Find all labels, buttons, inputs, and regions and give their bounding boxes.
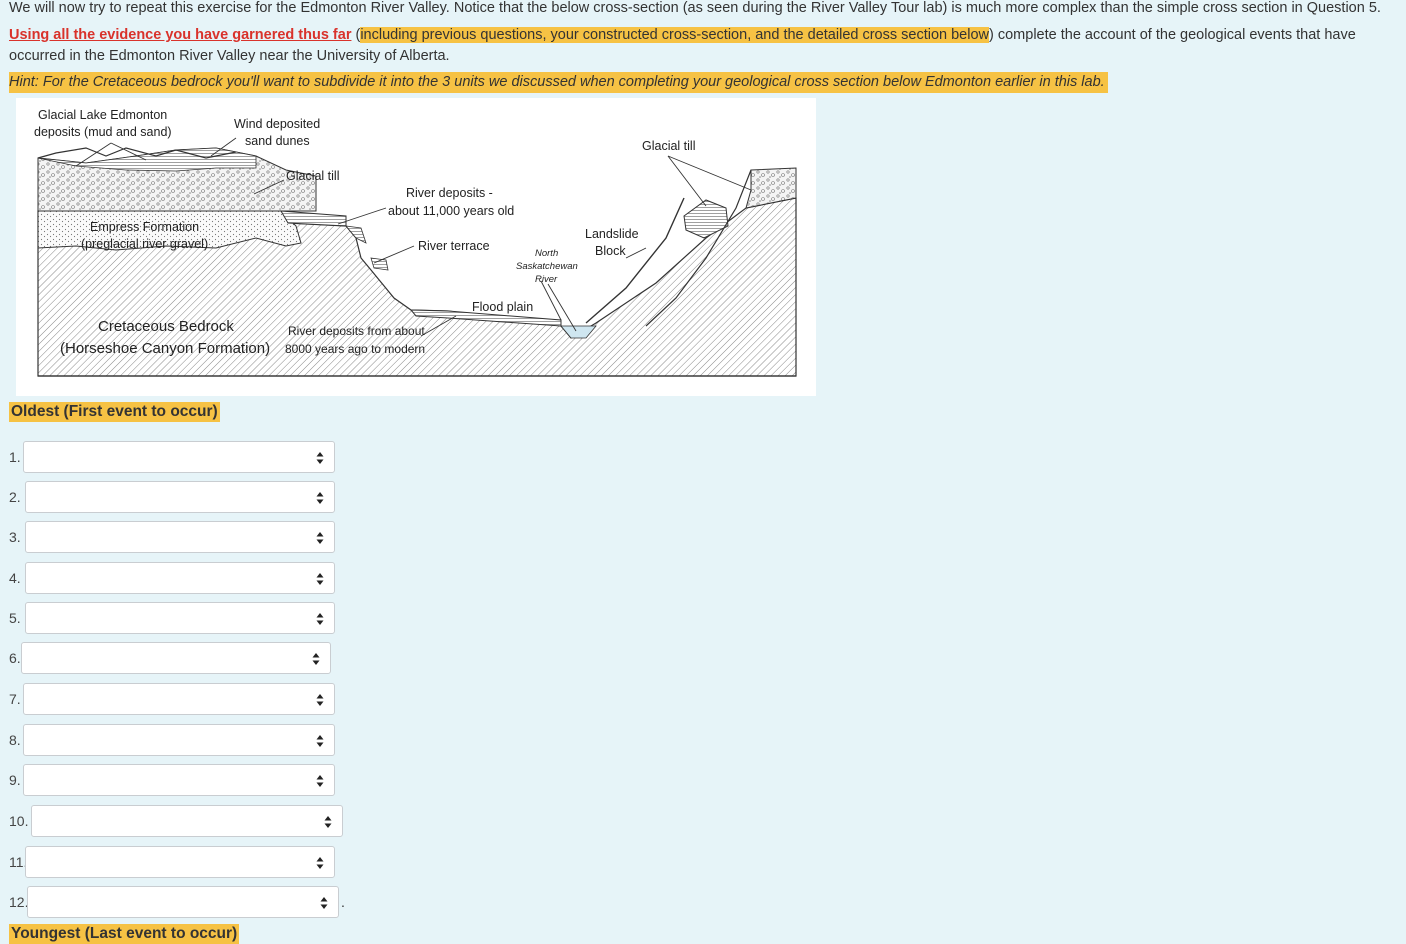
label-river-8000: River deposits from about xyxy=(288,324,425,338)
label-glacial-till-right: Glacial till xyxy=(642,139,696,153)
event-row: 4. xyxy=(9,561,335,595)
select-arrows-icon xyxy=(316,735,324,747)
label-bedrock: Cretaceous Bedrock xyxy=(98,318,234,335)
youngest-heading: Youngest (Last event to occur) xyxy=(9,924,240,944)
event-select-11[interactable] xyxy=(25,846,335,878)
label-empress: Empress Formation xyxy=(90,220,199,234)
label-glacial-lake: Glacial Lake Edmonton xyxy=(38,108,167,122)
event-number: 5. xyxy=(9,610,21,626)
label-landslide-2: Block xyxy=(595,244,626,258)
event-number: 2. xyxy=(9,489,21,505)
instruction-highlight: including previous questions, your const… xyxy=(360,27,990,43)
label-wind-dunes-2: sand dunes xyxy=(245,134,310,148)
event-select-10[interactable] xyxy=(31,805,343,837)
event-select-9[interactable] xyxy=(23,764,335,796)
event-number: 9. xyxy=(9,772,21,788)
select-arrows-icon xyxy=(316,532,324,544)
event-select-5[interactable] xyxy=(25,602,335,634)
event-row: 1. xyxy=(9,440,335,474)
event-number: 3. xyxy=(9,529,21,545)
event-select-4[interactable] xyxy=(25,562,335,594)
select-arrows-icon xyxy=(316,573,324,585)
select-arrows-icon xyxy=(324,816,332,828)
label-flood-plain: Flood plain xyxy=(472,300,533,314)
label-river-deposits: River deposits - xyxy=(406,186,493,200)
event-number: 4. xyxy=(9,570,21,586)
label-empress-2: (preglacial river gravel) xyxy=(81,237,208,251)
label-landslide: Landslide xyxy=(585,227,639,241)
oldest-heading: Oldest (First event to occur) xyxy=(9,402,220,422)
hint-text: Hint: For the Cretaceous bedrock you'll … xyxy=(9,72,1108,93)
label-river-8000-2: 8000 years ago to modern xyxy=(285,342,425,356)
select-arrows-icon xyxy=(316,775,324,787)
label-nsr-2: Saskatchewan xyxy=(516,261,578,272)
event-select-7[interactable] xyxy=(23,683,335,715)
select-arrows-icon xyxy=(312,653,320,665)
instruction-emphasis: Using all the evidence you have garnered… xyxy=(9,27,352,43)
event-select-8[interactable] xyxy=(23,724,335,756)
event-number: 7. xyxy=(9,691,21,707)
event-number: 1. xyxy=(9,449,21,465)
select-arrows-icon xyxy=(316,857,324,869)
event-select-12[interactable] xyxy=(27,886,339,918)
event-select-6[interactable] xyxy=(21,642,331,674)
event-select-2[interactable] xyxy=(25,481,335,513)
event-row: 7. xyxy=(9,682,335,716)
event-row: 8. xyxy=(9,723,335,757)
trailing-period: . xyxy=(341,894,345,910)
label-nsr-3: River xyxy=(535,274,558,285)
instruction-paren: ( xyxy=(351,27,361,43)
label-glacial-till-left: Glacial till xyxy=(286,169,340,183)
event-row: 6. xyxy=(9,641,331,675)
select-arrows-icon xyxy=(316,613,324,625)
event-row: 5. xyxy=(9,601,335,635)
label-river-deposits-2: about 11,000 years old xyxy=(388,204,514,218)
event-row: 12.. xyxy=(9,885,345,919)
event-number: 10. xyxy=(9,813,29,829)
label-bedrock-2: (Horseshoe Canyon Formation) xyxy=(60,340,270,357)
event-number: 11. xyxy=(9,854,28,870)
label-glacial-lake-2: deposits (mud and sand) xyxy=(34,125,172,139)
event-number: 12. xyxy=(9,894,29,910)
cross-section-figure: Glacial Lake Edmonton deposits (mud and … xyxy=(16,98,816,396)
event-number: 8. xyxy=(9,732,21,748)
select-arrows-icon xyxy=(320,897,328,909)
event-row: 2. xyxy=(9,480,335,514)
event-row: 9. xyxy=(9,763,335,797)
label-wind-dunes: Wind deposited xyxy=(234,117,320,131)
event-select-1[interactable] xyxy=(23,441,335,473)
event-row: 3. xyxy=(9,520,335,554)
label-nsr: North xyxy=(535,248,558,259)
instruction-text: Using all the evidence you have garnered… xyxy=(9,25,1399,67)
event-row: 11. xyxy=(9,845,335,879)
event-row: 10. xyxy=(9,804,343,838)
select-arrows-icon xyxy=(316,694,324,706)
event-number: 6. xyxy=(9,650,21,666)
select-arrows-icon xyxy=(316,492,324,504)
label-river-terrace: River terrace xyxy=(418,239,490,253)
event-select-3[interactable] xyxy=(25,521,335,553)
select-arrows-icon xyxy=(316,452,324,464)
intro-text: We will now try to repeat this exercise … xyxy=(9,0,1381,16)
